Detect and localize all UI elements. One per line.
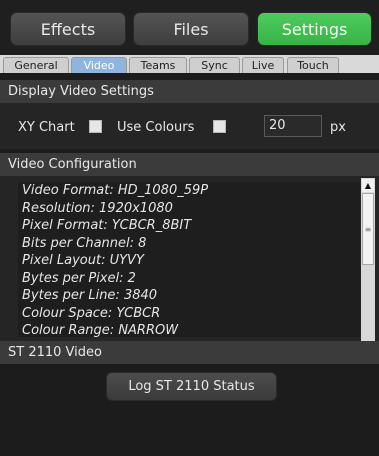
tab-general[interactable]: General [3, 57, 69, 73]
use-colours-label: Use Colours [117, 120, 195, 135]
list-item: Resolution: 1920x1080 [22, 200, 173, 216]
video-configuration-header: Video Configuration [0, 153, 379, 176]
list-item: Pixel Layout: UYVY [22, 253, 144, 268]
scroll-thumb[interactable]: ≡ [362, 193, 374, 265]
log-st2110-status-button[interactable]: Log ST 2110 Status [106, 372, 277, 401]
list-item: Bytes per Line: 3840 [22, 288, 158, 303]
tab-touch[interactable]: Touch [287, 57, 339, 73]
list-item: Bytes per Pixel: 2 [22, 270, 136, 286]
tab-live[interactable]: Live [242, 57, 284, 73]
list-item: Pixel Format: YCBCR_8BIT [22, 218, 192, 233]
st2110-video-header: ST 2110 Video [0, 341, 379, 364]
tab-video[interactable]: Video [71, 57, 127, 73]
top-toolbar: Effects Files Settings [0, 0, 379, 55]
display-video-settings-header: Display Video Settings [0, 80, 379, 103]
size-input[interactable]: 20 [264, 115, 322, 137]
xy-chart-checkbox[interactable] [89, 120, 102, 133]
config-scrollbar[interactable]: ▲ ≡ ▼ [361, 178, 375, 360]
list-item: Bits per Channel: 8 [22, 235, 147, 251]
effects-button[interactable]: Effects [10, 12, 126, 46]
list-item: Colour Range: NARROW [22, 323, 179, 337]
settings-tab-strip: General Video Teams Sync Live Touch [0, 55, 379, 73]
tab-teams[interactable]: Teams [129, 57, 187, 73]
display-settings-panel: XY Chart Use Colours 20 px [0, 103, 379, 149]
settings-button[interactable]: Settings [257, 12, 372, 46]
xy-chart-label: XY Chart [18, 120, 75, 135]
video-configuration-list[interactable]: Video Format: HD_1080_59P Resolution: 19… [18, 182, 360, 337]
use-colours-checkbox[interactable] [213, 120, 226, 133]
px-unit-label: px [330, 120, 346, 135]
files-button[interactable]: Files [133, 12, 249, 46]
list-item: Video Format: HD_1080_59P [22, 183, 209, 198]
tab-sync[interactable]: Sync [189, 57, 240, 73]
scroll-up-icon[interactable]: ▲ [362, 179, 374, 192]
list-item: Colour Space: YCBCR [22, 305, 161, 321]
